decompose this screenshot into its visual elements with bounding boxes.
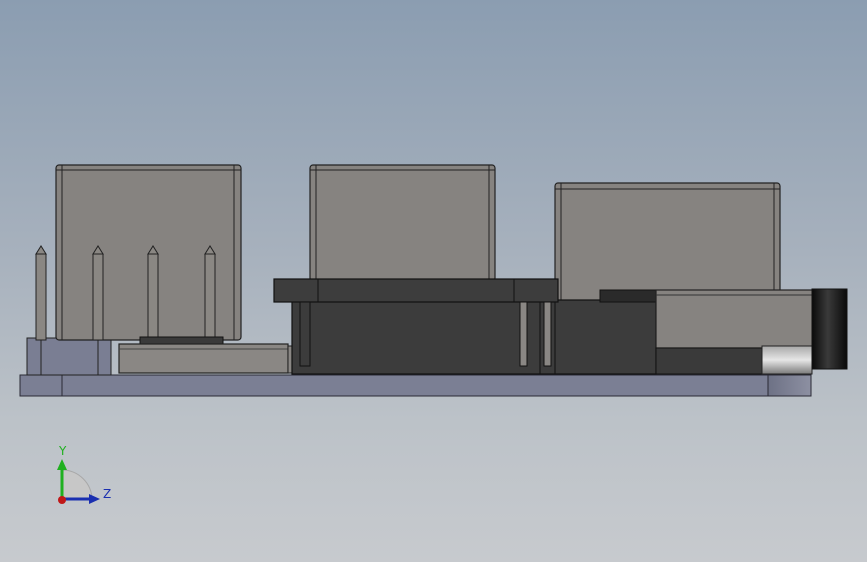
usb-connector-middle[interactable]	[309, 164, 496, 282]
y-axis-arrowhead	[57, 459, 67, 470]
header-pin[interactable]	[35, 245, 47, 341]
pin-header-base[interactable]	[26, 337, 112, 376]
z-axis-arrowhead	[89, 494, 100, 504]
header-pin[interactable]	[92, 245, 104, 341]
cad-model-view[interactable]: Y Z	[0, 0, 867, 562]
header-pin[interactable]	[204, 245, 216, 341]
z-axis-label: Z	[103, 487, 111, 501]
pcb-board[interactable]	[19, 374, 812, 397]
smd-component[interactable]	[118, 336, 295, 374]
header-pin[interactable]	[147, 245, 159, 341]
x-axis-dot	[58, 496, 66, 504]
usb-connector-right[interactable]	[554, 182, 781, 304]
orientation-triad[interactable]: Y Z	[57, 444, 111, 504]
cad-viewport[interactable]: Y Z	[0, 0, 867, 562]
y-axis-label: Y	[58, 444, 67, 458]
